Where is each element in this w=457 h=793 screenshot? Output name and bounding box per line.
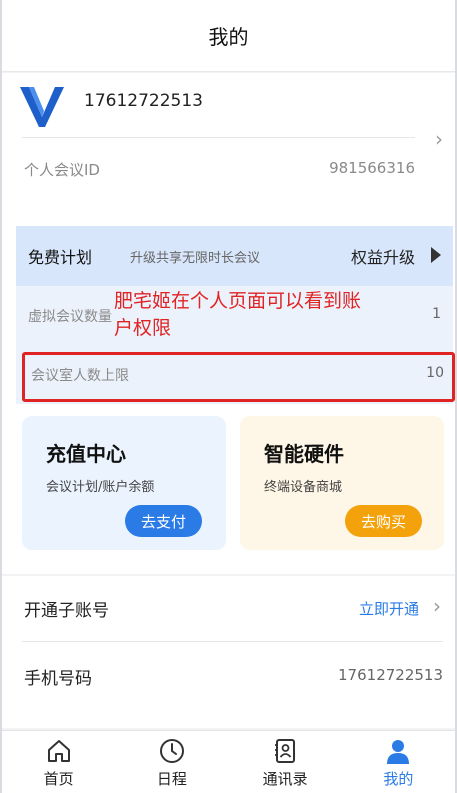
- page-title: 我的: [208, 25, 249, 49]
- tab-label: 首页: [43, 770, 74, 788]
- meeting-id-label: 个人会议ID: [24, 161, 100, 179]
- highlight-box: 会议室人数上限 10: [22, 352, 455, 402]
- tab-home[interactable]: 首页: [2, 731, 115, 793]
- tab-bar: 首页 日程 通讯录 我的: [2, 730, 455, 793]
- buy-button[interactable]: 去购买: [344, 505, 422, 537]
- recharge-tile[interactable]: 充值中心 会议计划/账户余额 去支付: [22, 416, 226, 550]
- divider: [22, 137, 415, 138]
- plan-name: 免费计划: [28, 248, 93, 267]
- contacts-icon: [275, 739, 296, 763]
- tab-contacts[interactable]: 通讯录: [229, 731, 342, 793]
- tab-label: 我的: [383, 770, 414, 788]
- sub-account-row[interactable]: 开通子账号 立即开通 ›: [22, 576, 443, 642]
- pay-button[interactable]: 去支付: [124, 505, 202, 537]
- sub-account-label: 开通子账号: [24, 601, 109, 621]
- meeting-id-value: 981566316: [329, 159, 415, 177]
- plan-header[interactable]: 免费计划 升级共享无限时长会议 权益升级: [16, 226, 453, 286]
- phone-row[interactable]: 手机号码 17612722513: [22, 644, 443, 710]
- virtual-meetings-label: 虚拟会议数量: [28, 309, 112, 325]
- hardware-subtitle: 终端设备商城: [264, 480, 343, 495]
- upgrade-link[interactable]: 权益升级: [351, 244, 415, 268]
- app-screen: 我的 17612722513 个人会议ID 981566316 › 免费计划 升…: [0, 0, 457, 793]
- recharge-title: 充值中心: [46, 442, 126, 466]
- plan-description: 升级共享无限时长会议: [130, 250, 261, 266]
- annotation-text: 肥宅姬在个人页面可以看到账户权限: [114, 290, 362, 339]
- settings-list: 开通子账号 立即开通 › 手机号码 17612722513: [2, 576, 455, 728]
- person-icon: [387, 740, 410, 764]
- tab-label: 通讯录: [262, 770, 308, 788]
- profile-phone: 17612722513: [84, 91, 203, 111]
- title-bar: 我的: [2, 0, 455, 72]
- play-arrow-icon[interactable]: [431, 247, 441, 263]
- chevron-right-icon[interactable]: ›: [433, 594, 441, 618]
- chevron-right-icon[interactable]: ›: [435, 127, 443, 151]
- recharge-subtitle: 会议计划/账户余额: [46, 480, 155, 495]
- tab-mine[interactable]: 我的: [342, 731, 455, 793]
- room-capacity-value: 10: [426, 365, 444, 381]
- tab-label: 日程: [156, 770, 187, 788]
- home-icon: [47, 740, 70, 762]
- v-logo-icon: [20, 87, 64, 127]
- room-capacity-label: 会议室人数上限: [31, 368, 129, 384]
- clock-icon: [159, 739, 184, 763]
- phone-label: 手机号码: [24, 669, 92, 689]
- hardware-title: 智能硬件: [264, 442, 344, 466]
- virtual-meetings-value: 1: [432, 306, 441, 322]
- profile-card[interactable]: 17612722513 个人会议ID 981566316 ›: [2, 73, 455, 200]
- sub-account-action[interactable]: 立即开通: [359, 598, 419, 619]
- tab-schedule[interactable]: 日程: [115, 731, 228, 793]
- hardware-tile[interactable]: 智能硬件 终端设备商城 去购买: [240, 416, 444, 550]
- plan-card: 免费计划 升级共享无限时长会议 权益升级 虚拟会议数量 1 会议室人数上限 10…: [2, 200, 455, 574]
- phone-value: 17612722513: [338, 666, 443, 684]
